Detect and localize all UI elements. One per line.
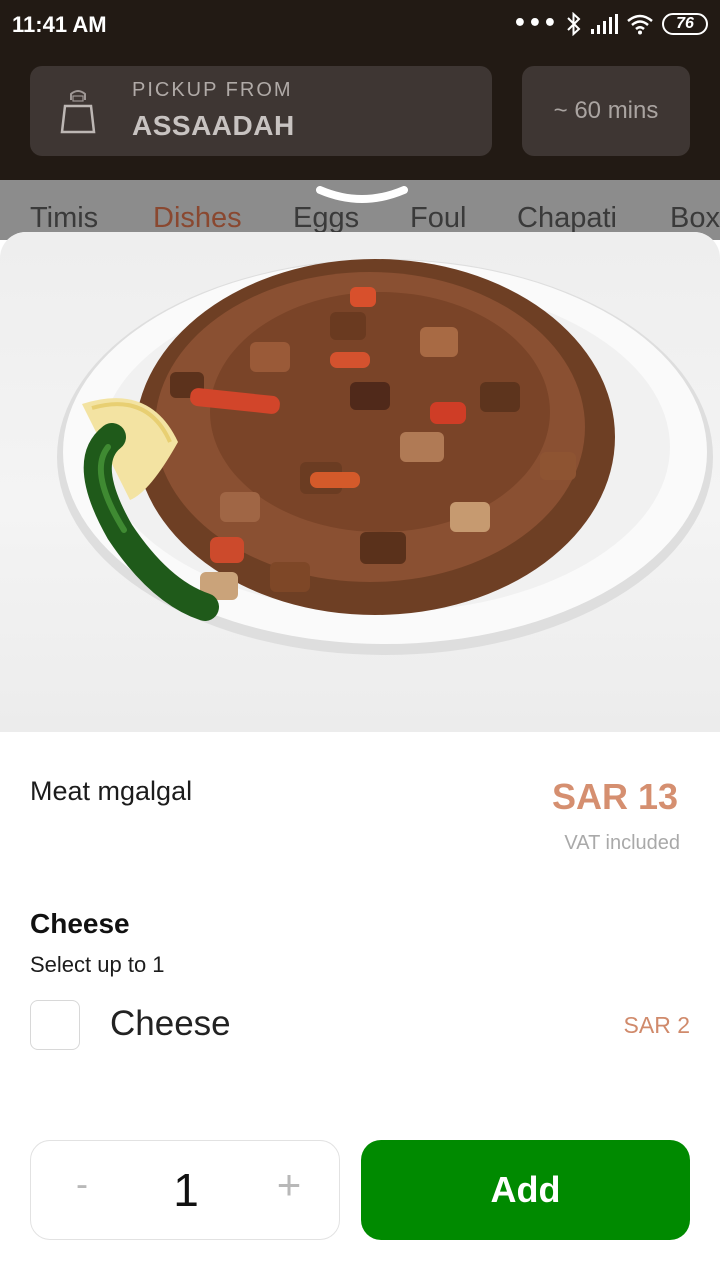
pickup-time-selector[interactable]: ~ 60 mins [522,66,690,156]
increase-quantity-button[interactable]: + [271,1161,307,1211]
item-detail-sheet: Meat mgalgal SAR 13 VAT included Cheese … [0,232,720,1280]
more-dots-icon: ••• [512,11,558,36]
sheet-close-chevron-icon[interactable] [316,186,408,208]
status-bar: 11:41 AM ••• 76 [0,0,720,52]
shopping-bag-icon [60,90,96,134]
option-label: Cheese [110,1004,231,1043]
option-row-cheese[interactable]: Cheese SAR 2 [30,998,690,1050]
dish-name: Meat mgalgal [30,776,193,806]
dish-price: SAR 13 [551,776,678,817]
dish-image [0,232,720,732]
status-icons: ••• 76 [513,12,708,36]
quantity-value: 1 [173,1164,199,1216]
app-header: PICKUP FROM ASSAADAH ~ 60 mins [0,52,720,180]
tab-chapati[interactable]: Chapati [517,202,617,235]
wifi-icon [627,14,653,35]
option-group-subtitle: Select up to 1 [30,952,165,977]
tab-dishes[interactable]: Dishes [153,202,242,235]
pickup-location-selector[interactable]: PICKUP FROM ASSAADAH [30,66,492,156]
vat-note: VAT included [564,832,680,854]
pickup-location-name: ASSAADAH [132,110,295,141]
cheese-checkbox[interactable] [30,1000,80,1050]
battery-icon: 76 [662,13,708,35]
pickup-label: PICKUP FROM [132,79,293,101]
option-group-title: Cheese [30,908,130,939]
cellular-signal-icon [591,14,618,34]
bluetooth-icon [567,12,581,36]
tab-foul[interactable]: Foul [410,202,466,235]
tab-box[interactable]: Box [670,202,720,235]
quantity-stepper: - 1 + [30,1140,340,1240]
status-time: 11:41 AM [12,12,107,37]
option-price: SAR 2 [623,1012,690,1038]
decrease-quantity-button[interactable]: - [67,1163,97,1213]
tab-timis[interactable]: Timis [30,202,98,235]
add-to-cart-button[interactable]: Add [361,1140,690,1240]
